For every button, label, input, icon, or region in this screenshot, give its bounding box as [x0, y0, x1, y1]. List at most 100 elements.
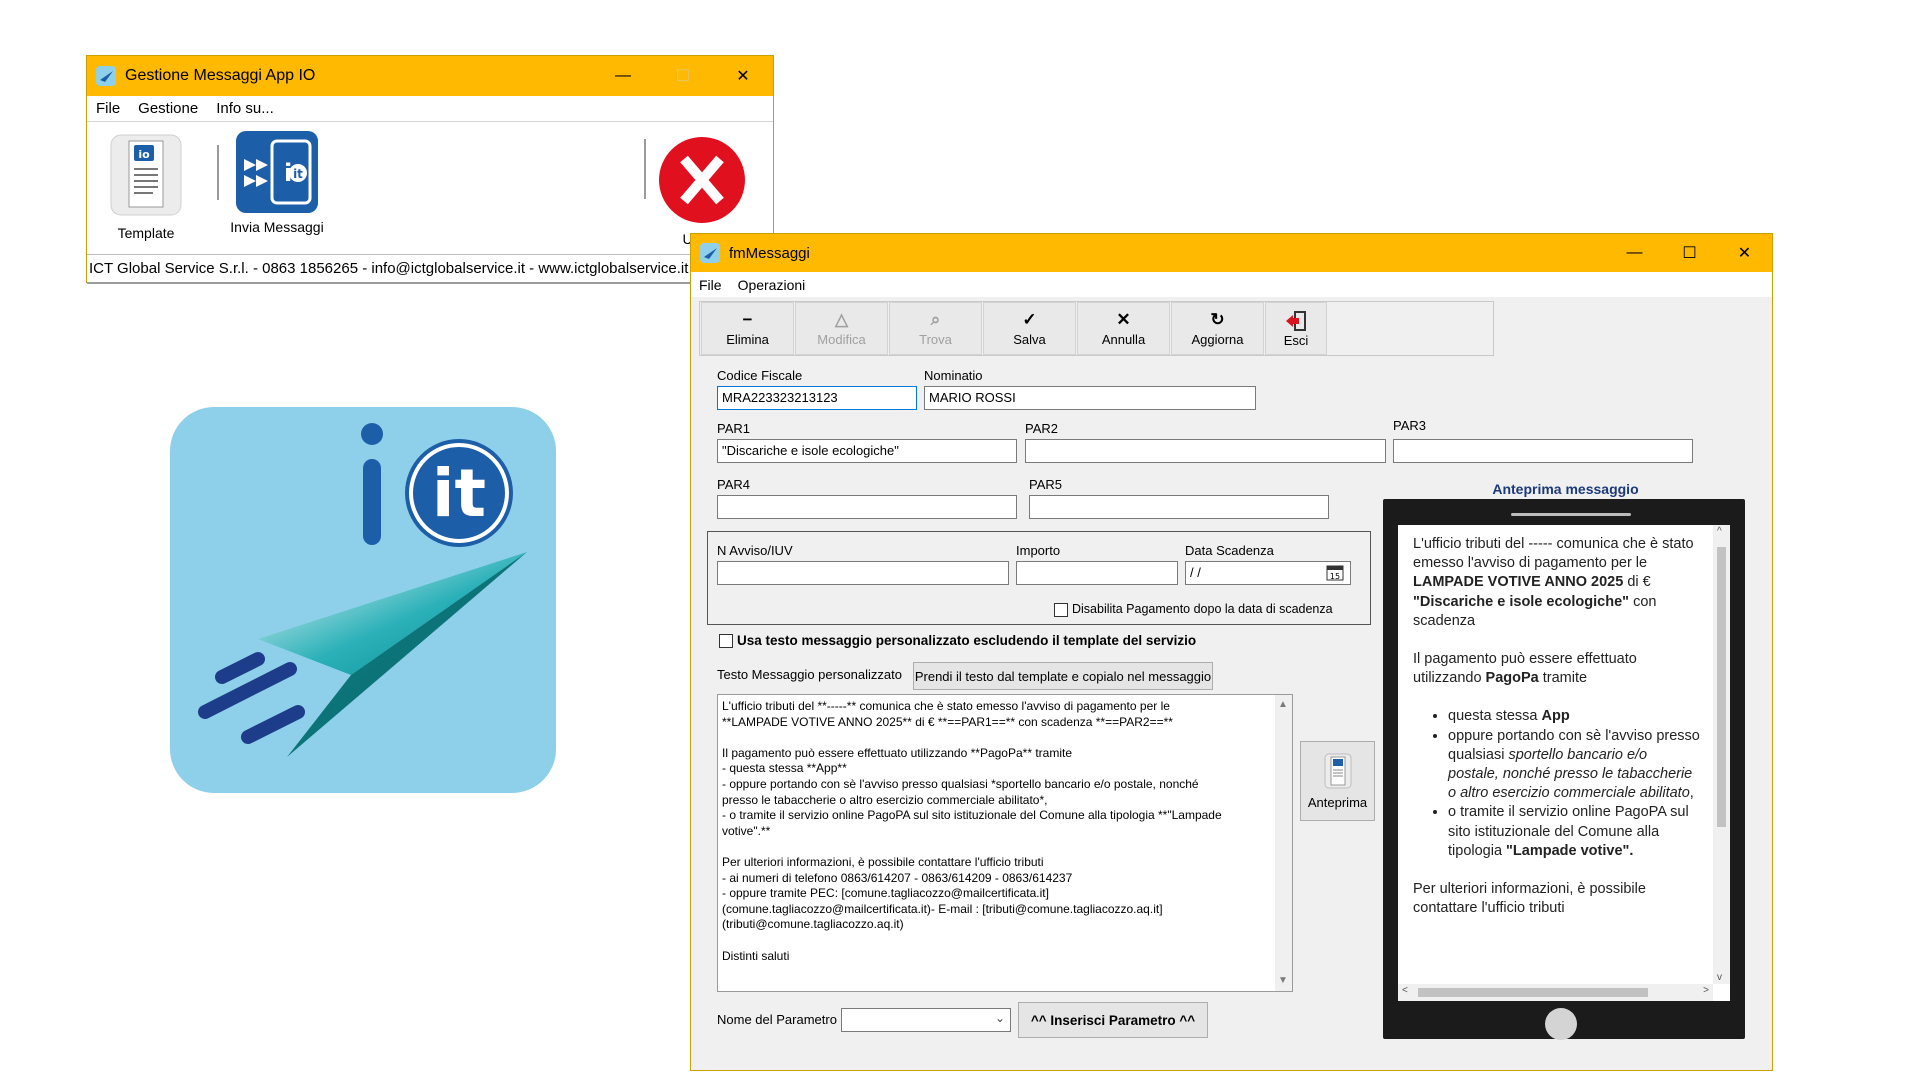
preview-horizontal-scrollbar[interactable]: < > — [1398, 984, 1713, 1001]
edit-icon: △ — [834, 310, 849, 329]
nominativo-label: Nominatio — [924, 368, 983, 383]
message-line — [722, 730, 1288, 746]
n-avviso-label: N Avviso/IUV — [717, 543, 793, 558]
preview-vertical-scrollbar[interactable]: ^ v — [1713, 525, 1730, 984]
message-line: presso le tabaccherie o altro esercizio … — [722, 792, 1048, 807]
message-line: - questa stessa **App** — [722, 761, 847, 776]
preview-bold: PagoPa — [1485, 670, 1539, 687]
message-line: - o tramite il servizio online PagoPA su… — [722, 808, 1222, 823]
main-window-titlebar[interactable]: Gestione Messaggi App IO — ☐ ✕ — [87, 56, 773, 96]
par3-field[interactable] — [1393, 439, 1693, 463]
template-tool-label: Template — [117, 225, 175, 241]
menu-file[interactable]: File — [87, 100, 129, 117]
prendi-template-button[interactable]: Prendi il testo dal template e copialo n… — [913, 662, 1213, 690]
minimize-button[interactable]: — — [1607, 234, 1662, 272]
aggiorna-button[interactable]: ↻ Aggiorna — [1171, 302, 1264, 355]
salva-button[interactable]: ✓ Salva — [983, 302, 1076, 355]
form-window-titlebar[interactable]: fmMessaggi — ☐ ✕ — [691, 234, 1772, 272]
par2-label: PAR2 — [1025, 421, 1058, 436]
template-tool-button[interactable]: io Template — [101, 133, 191, 241]
close-button[interactable]: ✕ — [713, 56, 773, 96]
minus-icon: − — [742, 310, 753, 329]
message-line: - ai numeri di telefono 0863/614207 - 08… — [722, 870, 1073, 885]
par5-field[interactable] — [1029, 495, 1329, 519]
preview-document-icon — [1324, 753, 1351, 788]
scroll-up-icon: ▲ — [1278, 699, 1288, 710]
menu-info[interactable]: Info su... — [207, 100, 283, 117]
preview-text: di € — [1623, 574, 1651, 591]
phone-preview: L'ufficio tributi del ----- comunica che… — [1383, 499, 1745, 1040]
maximize-button[interactable]: ☐ — [1662, 234, 1717, 272]
preview-bold: "Lampade votive". — [1506, 842, 1634, 859]
calendar-icon[interactable]: 15 — [1326, 565, 1344, 581]
trova-button: ⌕ Trova — [889, 302, 982, 355]
nominativo-field[interactable]: MARIO ROSSI — [924, 386, 1256, 410]
uscita-tool-button[interactable]: Uscita — [649, 135, 755, 247]
par1-field[interactable]: "Discariche e isole ecologiche" — [717, 439, 1017, 463]
data-scadenza-value: / / — [1190, 565, 1201, 580]
esci-button[interactable]: Esci — [1265, 302, 1327, 355]
status-bar: ICT Global Service S.r.l. - 0863 1856265… — [87, 254, 773, 284]
phone-home-button — [1545, 1008, 1577, 1040]
scrollbar-thumb[interactable] — [1717, 547, 1726, 827]
par3-label: PAR3 — [1393, 418, 1426, 433]
annulla-button[interactable]: ✕ Annulla — [1077, 302, 1170, 355]
form-window: fmMessaggi — ☐ ✕ File Operazioni − Elimi… — [690, 233, 1773, 1071]
invia-messaggi-tool-label: Invia Messaggi — [230, 219, 324, 235]
nome-parametro-select[interactable]: ⌄ — [841, 1008, 1011, 1032]
message-line: Il pagamento può essere effettuato utili… — [722, 745, 1073, 760]
menu-operazioni[interactable]: Operazioni — [730, 277, 814, 293]
message-line: Per ulteriori informazioni, è possibile … — [722, 854, 1044, 869]
record-toolbar: − Elimina △ Modifica ⌕ Trova ✓ Salva ✕ A… — [699, 301, 1494, 356]
anteprima-label: Anteprima — [1307, 794, 1368, 810]
inserisci-parametro-button[interactable]: ^^ Inserisci Parametro ^^ — [1018, 1002, 1208, 1038]
binoculars-icon: ⌕ — [930, 310, 941, 329]
codice-fiscale-label: Codice Fiscale — [717, 368, 803, 383]
chevron-down-icon: ⌄ — [994, 1011, 1005, 1025]
send-messages-io-icon: i it — [236, 131, 318, 213]
preview-title: Anteprima messaggio — [1492, 481, 1639, 497]
preview-list-item: o tramite il servizio online PagoPA sul … — [1448, 803, 1701, 861]
anteprima-button[interactable]: Anteprima — [1300, 741, 1375, 821]
message-scrollbar[interactable]: ▲ ▼ — [1275, 695, 1292, 991]
message-line: (tributi@comune.tagliacozzo.aq.it) — [722, 917, 904, 932]
disabilita-pagamento-checkbox[interactable] — [1054, 603, 1068, 617]
io-it-paper-plane-logo: it — [170, 407, 556, 793]
preview-text: L'ufficio tributi del ----- comunica che… — [1413, 536, 1694, 572]
menu-gestione[interactable]: Gestione — [129, 100, 207, 117]
main-window-title: Gestione Messaggi App IO — [125, 67, 316, 84]
scroll-up-icon: ^ — [1717, 526, 1722, 537]
exit-door-icon — [1286, 311, 1306, 331]
main-menubar: File Gestione Info su... — [87, 96, 773, 122]
elimina-button[interactable]: − Elimina — [701, 302, 794, 355]
n-avviso-field[interactable] — [717, 561, 1009, 585]
preview-list: questa stessa App oppure portando con sè… — [1448, 707, 1701, 861]
scroll-right-icon: > — [1703, 985, 1709, 996]
invia-messaggi-tool-button[interactable]: i it Invia Messaggi — [227, 129, 327, 235]
modifica-label: Modifica — [817, 332, 866, 347]
exit-red-x-icon — [659, 137, 745, 223]
message-text-area[interactable]: L'ufficio tributi del **-----** comunica… — [717, 694, 1293, 992]
elimina-label: Elimina — [726, 332, 769, 347]
close-button[interactable]: ✕ — [1717, 234, 1772, 272]
importo-field[interactable] — [1016, 561, 1178, 585]
par4-field[interactable] — [717, 495, 1017, 519]
trova-label: Trova — [919, 332, 952, 347]
preview-list-item: questa stessa App — [1448, 707, 1701, 726]
message-line: **LAMPADE VOTIVE ANNO 2025** di € **==PA… — [722, 714, 1173, 729]
menu-file[interactable]: File — [691, 277, 730, 293]
usa-testo-checkbox[interactable] — [719, 634, 733, 648]
codice-fiscale-field[interactable]: MRA223323213123 — [717, 386, 917, 410]
toolbar-separator — [644, 139, 646, 199]
message-line: (comune.tagliacozzo@mailcertificata.it)-… — [722, 901, 1163, 916]
salva-label: Salva — [1013, 332, 1046, 347]
app-io-icon — [700, 243, 720, 263]
preview-paragraph-2: Il pagamento può essere effettuato utili… — [1413, 650, 1701, 688]
close-icon: ✕ — [1116, 310, 1131, 329]
preview-paragraph-1: L'ufficio tributi del ----- comunica che… — [1413, 535, 1701, 631]
minimize-button[interactable]: — — [593, 56, 653, 96]
importo-label: Importo — [1016, 543, 1061, 558]
scrollbar-thumb[interactable] — [1418, 988, 1648, 997]
message-line — [722, 933, 1288, 949]
par2-field[interactable] — [1025, 439, 1386, 463]
